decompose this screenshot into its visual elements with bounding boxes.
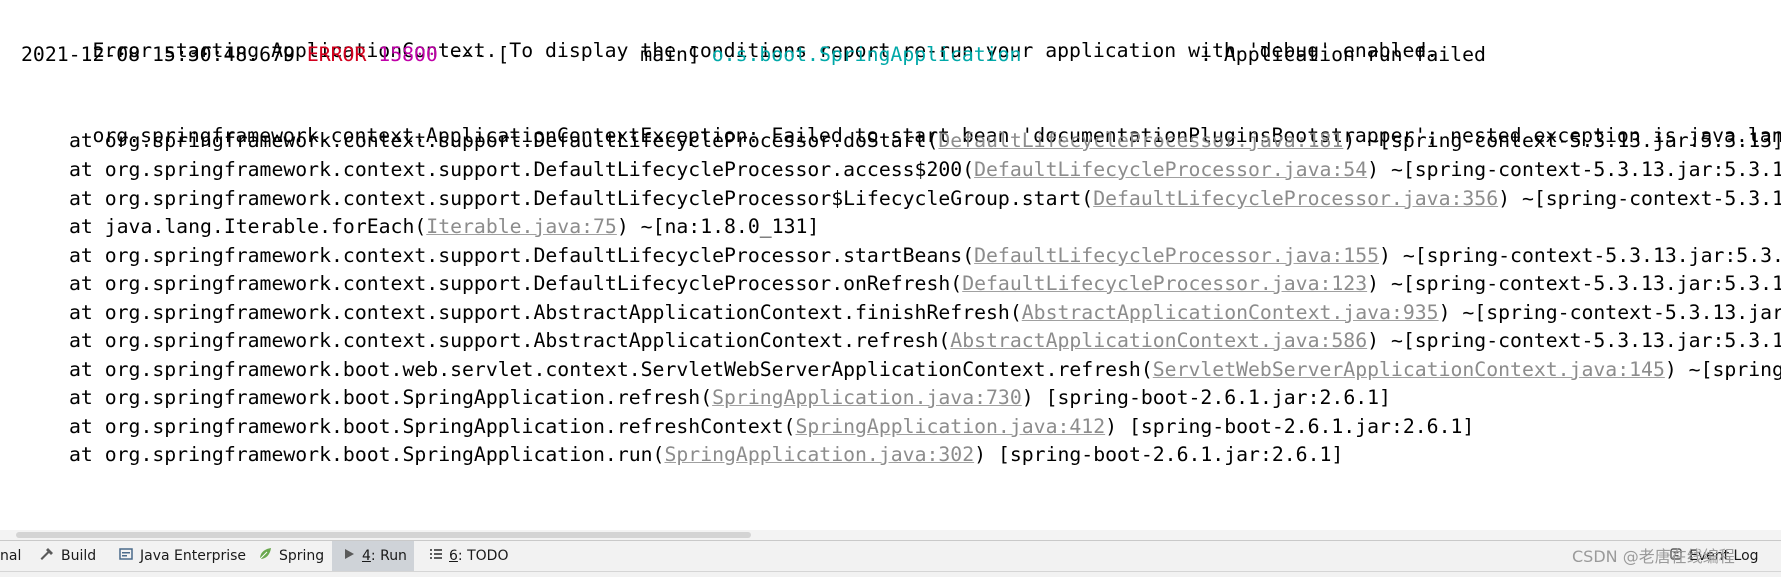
stack-frame: at org.springframework.boot.SpringApplic…	[69, 386, 1391, 410]
frame-prefix: at org.springframework.context.support.D…	[69, 272, 963, 295]
tool-tab-run[interactable]: 4: Run	[332, 541, 414, 571]
list-icon	[429, 547, 443, 565]
run-console[interactable]: Error starting ApplicationContext. To di…	[0, 0, 1781, 540]
status-bar	[0, 571, 1781, 577]
frame-prefix: at org.springframework.context.support.D…	[69, 187, 1094, 210]
ide-run-window: Error starting ApplicationContext. To di…	[0, 0, 1781, 577]
frame-suffix: ) ~[spring-context-5.3.13.jar:5.3.13]	[1367, 272, 1781, 295]
tool-tab-java-enterprise-label: Java Enterprise	[140, 548, 247, 564]
tool-tab-terminal-label: nal	[0, 548, 22, 564]
tool-tab-spring[interactable]: Spring	[257, 541, 324, 571]
tool-tab-todo[interactable]: 6: TODO	[429, 541, 508, 571]
frame-prefix: at org.springframework.boot.SpringApplic…	[69, 443, 665, 466]
stack-frame: at org.springframework.boot.SpringApplic…	[69, 415, 1474, 439]
frame-source-link[interactable]: SpringApplication.java:730	[712, 386, 1022, 409]
frame-source-link[interactable]: AbstractApplicationContext.java:935	[1022, 301, 1439, 324]
stack-frame: at org.springframework.context.support.A…	[69, 329, 1781, 353]
frame-source-link[interactable]: DefaultLifecycleProcessor.java:356	[1093, 187, 1498, 210]
tool-tab-java-enterprise[interactable]: Java Enterprise	[118, 541, 246, 571]
frame-prefix: at org.springframework.boot.SpringApplic…	[69, 386, 713, 409]
hammer-icon	[39, 546, 55, 566]
stack-frame: at org.springframework.boot.web.servlet.…	[69, 358, 1781, 382]
tool-tab-run-mnemonic: 4	[362, 548, 371, 564]
frame-source-link[interactable]: Iterable.java:75	[426, 215, 617, 238]
frame-source-link[interactable]: DefaultLifecycleProcessor.java:155	[974, 244, 1379, 267]
stack-frame: at org.springframework.context.support.D…	[69, 244, 1781, 268]
scrollbar-thumb[interactable]	[16, 532, 751, 538]
frame-source-link[interactable]: DefaultLifecycleProcessor.java:54	[974, 158, 1367, 181]
frame-suffix: ) [spring-boot-2.6.1.jar:2.6.1]	[1021, 386, 1391, 409]
frame-prefix: at org.springframework.context.support.A…	[69, 329, 951, 352]
frame-suffix: ) ~[spring-context-5.3.13.jar:5.3.13]	[1343, 129, 1781, 152]
tool-tab-run-label: : Run	[370, 548, 407, 564]
frame-prefix: at org.springframework.context.support.A…	[69, 301, 1022, 324]
log-pid: 15800	[378, 43, 438, 66]
spring-leaf-icon	[257, 546, 273, 566]
frame-source-link[interactable]: ServletWebServerApplicationContext.java:…	[1153, 358, 1665, 381]
stack-frame: at org.springframework.boot.SpringApplic…	[69, 443, 1343, 467]
tool-window-bar: nal Build Java Enterprise Spring 4: Run	[0, 540, 1781, 571]
frame-suffix: ) [spring-boot-2.6.1.jar:2.6.1]	[1105, 415, 1475, 438]
frame-suffix: ) ~[spring-context-5.3.13.jar:5.3.13]	[1367, 329, 1781, 352]
java-enterprise-icon	[118, 546, 134, 566]
log-thread: --- [ main]	[437, 43, 712, 66]
frame-source-link[interactable]: DefaultLifecycleProcessor.java:181	[938, 129, 1343, 152]
frame-prefix: at org.springframework.boot.web.servlet.…	[69, 358, 1153, 381]
console-line-log: 2021-12-08 15:30:48.679 ERROR 15800 --- …	[21, 43, 1486, 67]
tool-tab-terminal[interactable]: nal	[0, 541, 21, 571]
csdn-watermark: CSDN @老唐在线编程	[1572, 543, 1735, 567]
frame-suffix: ) ~[spring-context-5.3.13.jar:5.3.13]	[1379, 244, 1781, 267]
log-space	[366, 43, 378, 66]
tool-tab-todo-mnemonic: 6	[449, 548, 458, 564]
frame-suffix: ) [spring-boot-2.6.1.jar:2.6.1]	[974, 443, 1344, 466]
frame-source-link[interactable]: SpringApplication.java:412	[795, 415, 1105, 438]
frame-suffix: ) ~[na:1.8.0_131]	[616, 215, 820, 238]
frame-source-link[interactable]: DefaultLifecycleProcessor.java:123	[962, 272, 1367, 295]
stack-frame: at java.lang.Iterable.forEach(Iterable.j…	[69, 215, 819, 239]
log-timestamp: 2021-12-08 15:30:48.679	[21, 43, 307, 66]
log-level: ERROR	[306, 43, 367, 66]
play-icon	[342, 547, 356, 565]
stack-frame: at org.springframework.context.support.D…	[69, 158, 1781, 182]
frame-prefix: at org.springframework.boot.SpringApplic…	[69, 415, 796, 438]
log-message: : Application run failed	[1021, 43, 1486, 66]
frame-suffix: ) ~[spring-context-5.3.13.jar:5.3.13]	[1498, 187, 1781, 210]
frame-prefix: at org.springframework.context.support.D…	[69, 244, 975, 267]
tool-tab-spring-label: Spring	[279, 548, 325, 564]
tool-tab-build-label: Build	[61, 548, 97, 564]
frame-suffix: ) ~[spring-context-5.3.13.jar:5.3.13]	[1367, 158, 1781, 181]
stack-frame: at org.springframework.context.support.D…	[69, 129, 1781, 153]
frame-prefix: at org.springframework.context.support.D…	[69, 129, 939, 152]
log-logger: o.s.boot.SpringApplication	[711, 43, 1022, 66]
frame-source-link[interactable]: SpringApplication.java:302	[664, 443, 974, 466]
frame-prefix: at org.springframework.context.support.D…	[69, 158, 975, 181]
frame-suffix: ) ~[spring-context-5.3.13.jar:5.3.13]	[1438, 301, 1781, 324]
frame-source-link[interactable]: AbstractApplicationContext.java:586	[950, 329, 1367, 352]
watermark-text: CSDN @老唐在线编程	[1572, 547, 1735, 566]
stack-frame: at org.springframework.context.support.D…	[69, 187, 1781, 211]
stack-frame: at org.springframework.context.support.D…	[69, 272, 1781, 296]
stack-frame: at org.springframework.context.support.A…	[69, 301, 1781, 325]
frame-suffix: ) ~[spring-boot-2.6.1.jar:2.6.1]	[1664, 358, 1781, 381]
frame-prefix: at java.lang.Iterable.forEach(	[69, 215, 427, 238]
tool-tab-todo-label: : TODO	[457, 548, 509, 564]
tool-tab-build[interactable]: Build	[39, 541, 96, 571]
horizontal-scrollbar[interactable]	[0, 530, 1781, 540]
